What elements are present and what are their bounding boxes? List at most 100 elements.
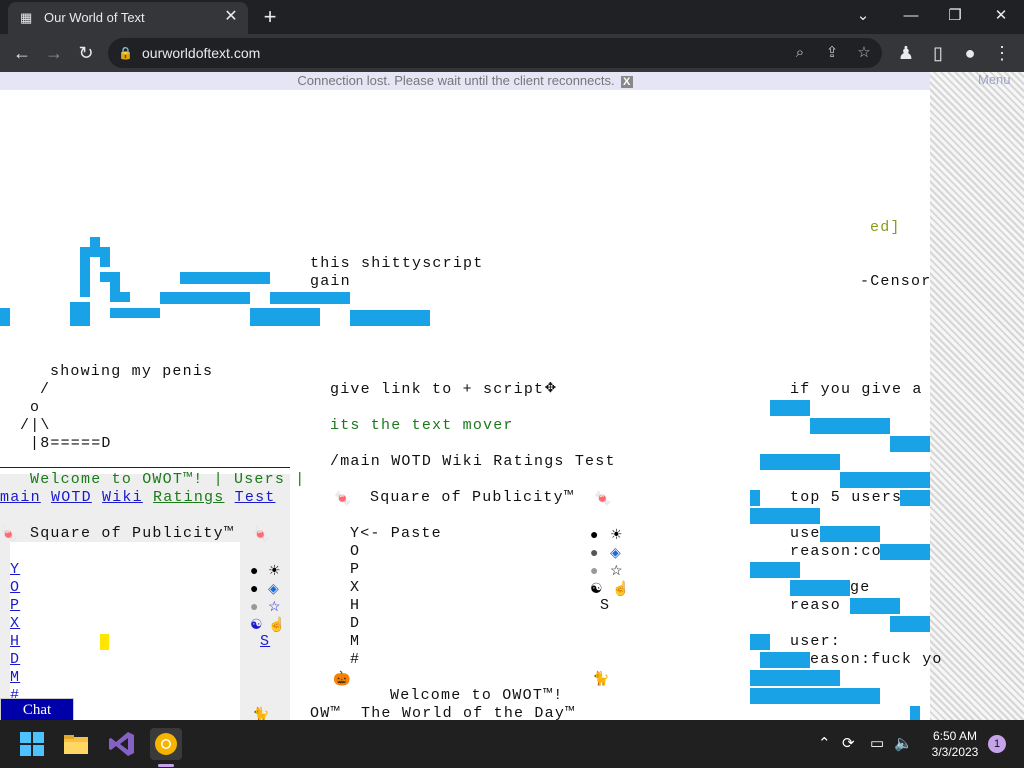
black-circle-icon: ● — [250, 562, 259, 578]
extensions-icon[interactable]: ♟ — [892, 39, 920, 67]
star-icon: ☆ — [268, 598, 281, 614]
welcome-center: Welcome to OWOT™! — [390, 687, 564, 704]
black-circle-icon: ● — [590, 526, 599, 542]
back-arrow-icon[interactable]: ← — [8, 39, 36, 67]
world-text: showing my penis — [50, 363, 214, 380]
link-main[interactable]: main — [0, 489, 41, 506]
gray-circle-icon: ● — [250, 580, 259, 596]
square-title-left: Square of Publicity™ — [30, 525, 235, 542]
gray-circle-icon: ● — [590, 544, 599, 560]
letter-link[interactable]: M — [10, 669, 20, 686]
world-text: top 5 users — [790, 489, 903, 506]
chat-button[interactable]: Chat — [0, 698, 74, 720]
notice-close-button[interactable]: X — [620, 76, 633, 88]
column-letter: X — [350, 579, 361, 596]
new-tab-button[interactable]: + — [258, 4, 282, 30]
address-bar[interactable]: 🔒 ourworldoftext.com ⌕ ⇪ ☆ — [108, 38, 882, 68]
profile-avatar-icon[interactable]: ● — [956, 39, 984, 67]
cat-icon: 🐈 — [592, 670, 610, 686]
yin-yang-icon: ☯ — [250, 616, 263, 632]
world-text: /main WOTD Wiki Ratings Test — [330, 453, 616, 470]
notice-text: Connection lost. Please wait until the c… — [297, 73, 615, 88]
search-icon[interactable]: ⌕ — [788, 41, 812, 65]
reload-icon[interactable]: ↻ — [72, 39, 100, 67]
left-letter-column: Y O P X H D M # — [10, 561, 20, 705]
candy-icon: 🍬 — [334, 490, 352, 506]
unloaded-area — [930, 72, 1024, 720]
world-text: reason:co — [790, 543, 882, 560]
network-icon[interactable]: ▭ — [870, 734, 884, 754]
light-circle-icon: ● — [590, 562, 599, 578]
link-wotd[interactable]: WOTD — [51, 489, 92, 506]
window-close-button[interactable]: ✕ — [986, 4, 1016, 28]
show-hidden-icons-chevron-icon[interactable]: ⌃ — [818, 734, 831, 754]
text-cursor — [100, 634, 109, 650]
link-wiki[interactable]: Wiki — [102, 489, 143, 506]
clock-date: 3/3/2023 — [931, 745, 979, 759]
star-icon: ☆ — [610, 562, 623, 578]
candy-icon: 🍬 — [252, 526, 270, 542]
clock[interactable]: 6:50 AM 3/3/2023 — [922, 728, 988, 760]
world-text: ge — [850, 579, 871, 596]
world-text: give link to + script — [330, 381, 545, 398]
world-text: if you give a — [790, 381, 923, 398]
browser-toolbar: ← → ↻ 🔒 ourworldoftext.com ⌕ ⇪ ☆ ♟ ▯ ● ⋮ — [0, 34, 1024, 72]
browser-tab[interactable]: ▦ Our World of Text ✕ — [8, 2, 248, 34]
column-letter: O — [350, 543, 361, 560]
clock-time: 6:50 AM — [932, 729, 978, 743]
windows-start-icon[interactable] — [16, 728, 48, 760]
sun-icon: ☀ — [610, 526, 623, 542]
move-cursor-icon: ✥ — [545, 378, 558, 398]
volume-icon[interactable]: 🔈 — [894, 734, 913, 754]
minimize-button[interactable]: — — [896, 4, 926, 28]
letter-link[interactable]: H — [10, 633, 20, 650]
world-text: -Censor — [860, 273, 932, 290]
forward-arrow-icon[interactable]: → — [40, 39, 68, 67]
letter-link[interactable]: O — [10, 579, 20, 596]
tab-strip: ▦ Our World of Text ✕ + ⌄ — ❐ ✕ — [0, 0, 1024, 34]
connection-notice: Connection lost. Please wait until the c… — [0, 72, 930, 90]
letter-link[interactable]: P — [10, 597, 20, 614]
world-canvas[interactable]: Connection lost. Please wait until the c… — [0, 72, 1024, 720]
notification-badge[interactable]: 1 — [988, 735, 1006, 753]
world-text: gain — [310, 273, 351, 290]
letter-link[interactable]: Y — [10, 561, 20, 578]
tab-search-chevron-icon[interactable]: ⌄ — [848, 4, 878, 28]
world-text: eason:fuck yo — [810, 651, 943, 668]
sync-status-icon[interactable]: ⟳ — [842, 734, 855, 754]
restore-button[interactable]: ❐ — [940, 4, 970, 28]
visual-studio-icon[interactable] — [106, 728, 138, 760]
link-test[interactable]: Test — [235, 489, 276, 506]
share-icon[interactable]: ⇪ — [820, 41, 844, 65]
nav-links: main WOTD Wiki Ratings Test — [0, 489, 275, 507]
world-text: ed] — [870, 219, 901, 236]
world-text: o — [30, 399, 41, 416]
kebab-menu-icon[interactable]: ⋮ — [988, 39, 1016, 67]
letter-link[interactable]: X — [10, 615, 20, 632]
column-letter: # — [350, 651, 361, 668]
file-explorer-icon[interactable] — [60, 728, 92, 760]
diamond-icon: ◈ — [610, 544, 621, 560]
column-letter: H — [350, 597, 361, 614]
side-panel-icon[interactable]: ▯ — [924, 39, 952, 67]
pointing-finger-icon: ☝ — [612, 580, 630, 596]
bookmark-star-icon[interactable]: ☆ — [852, 41, 876, 65]
menu-button[interactable]: Menu — [978, 72, 1011, 87]
diamond-icon: ◈ — [268, 580, 279, 596]
world-of-day: OW™ The World of the Day™ — [310, 705, 576, 720]
world-text: user: — [790, 633, 842, 650]
link-ratings[interactable]: Ratings — [153, 489, 224, 506]
paste-label: Y<- Paste — [350, 525, 442, 542]
world-text: this shittyscript — [310, 255, 484, 272]
s-link[interactable]: S — [260, 633, 270, 651]
publicity-square — [10, 542, 240, 720]
divider-line — [0, 467, 290, 468]
letter-link[interactable]: D — [10, 651, 20, 668]
tab-close-icon[interactable]: ✕ — [222, 8, 240, 26]
chrome-canary-icon[interactable] — [150, 728, 182, 760]
url-text: ourworldoftext.com — [142, 45, 261, 61]
s-label: S — [600, 597, 611, 614]
world-text: use — [790, 525, 821, 542]
column-letter: P — [350, 561, 361, 578]
candy-icon: 🍬 — [0, 526, 18, 542]
